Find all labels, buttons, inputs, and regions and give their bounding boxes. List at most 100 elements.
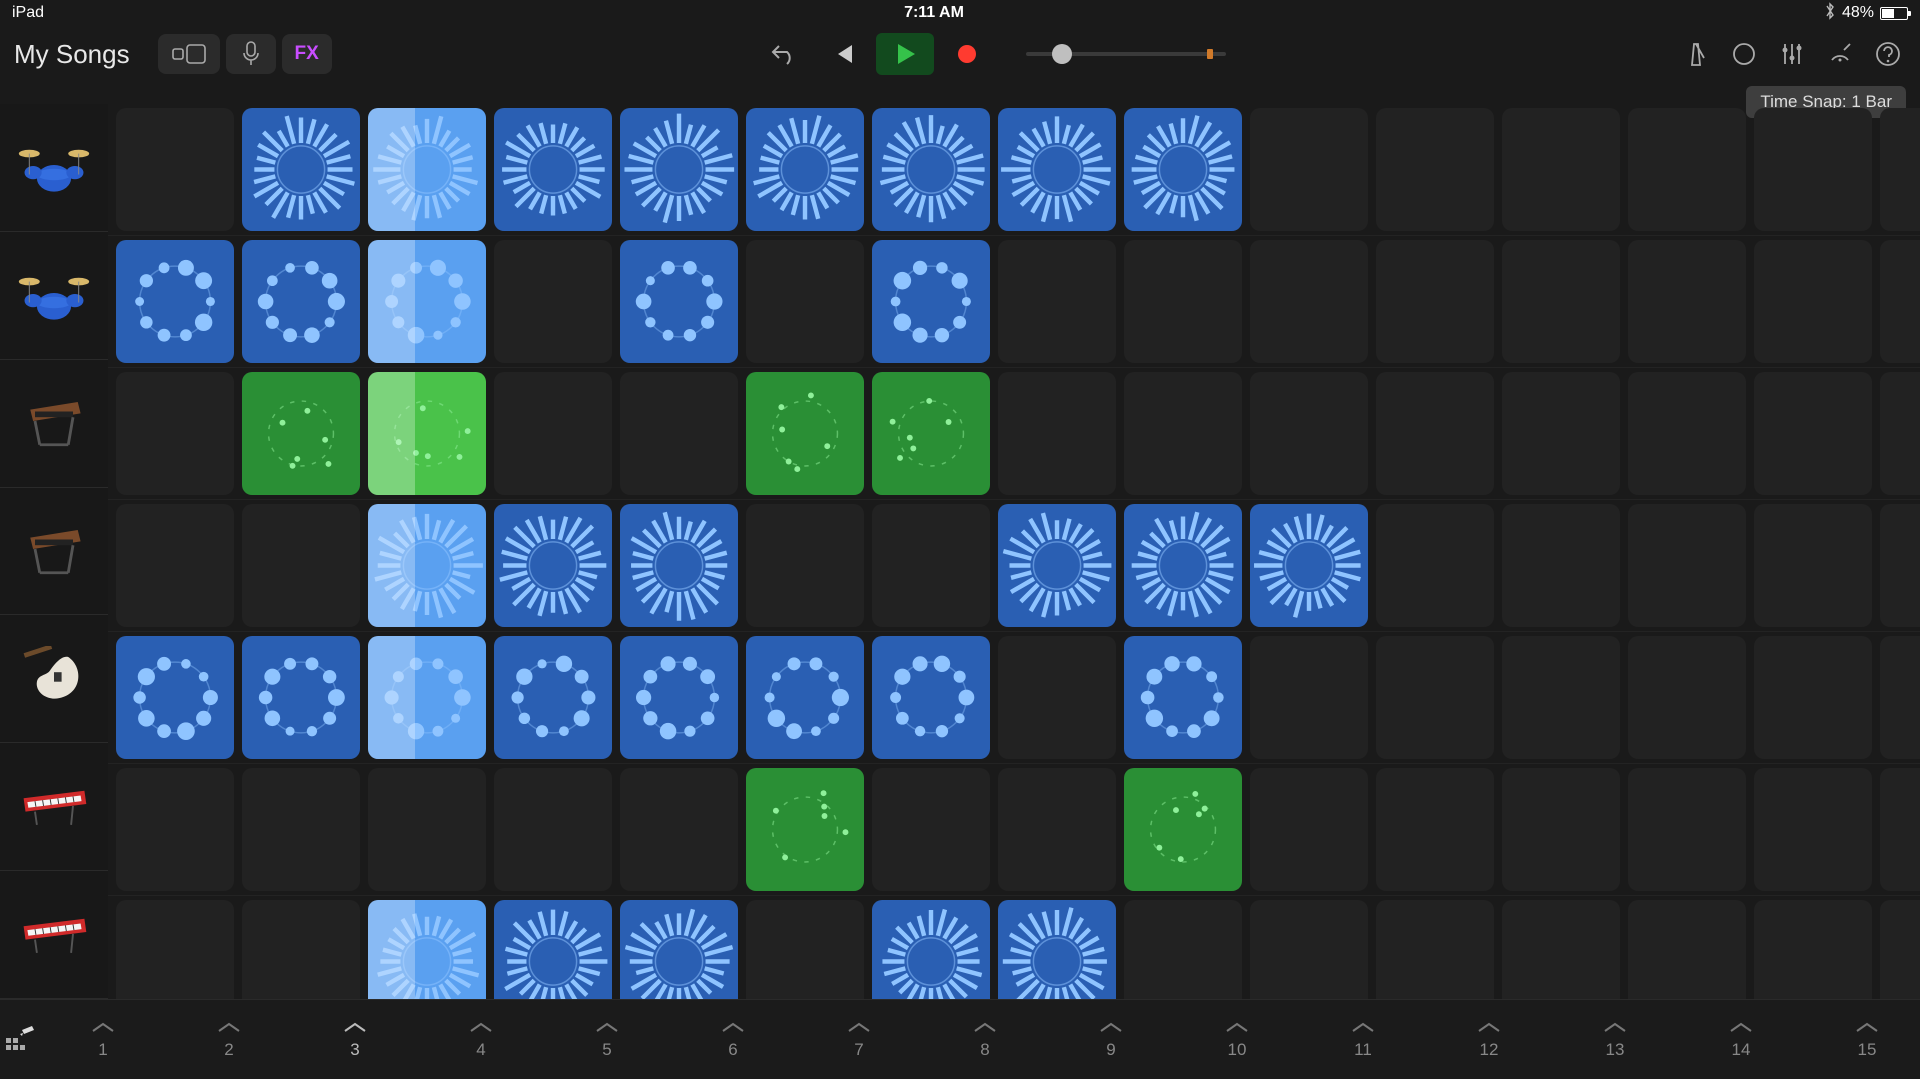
column-trigger-10[interactable]: 10 <box>1174 1020 1300 1060</box>
column-trigger-6[interactable]: 6 <box>670 1020 796 1060</box>
loop-cell[interactable] <box>872 900 990 999</box>
loop-cell[interactable] <box>1502 768 1620 891</box>
loop-cell[interactable] <box>998 372 1116 495</box>
track-header-drums1[interactable] <box>0 104 108 232</box>
loop-cell[interactable] <box>242 636 360 759</box>
slider-thumb[interactable] <box>1052 44 1072 64</box>
loop-cell[interactable] <box>494 108 612 231</box>
loop-cell[interactable] <box>242 900 360 999</box>
loop-cell[interactable] <box>368 636 486 759</box>
track-header-synth2[interactable] <box>0 488 108 616</box>
loop-cell[interactable] <box>1502 372 1620 495</box>
loop-cell[interactable] <box>1628 372 1746 495</box>
loop-cell[interactable] <box>368 900 486 999</box>
loop-cell[interactable] <box>998 504 1116 627</box>
help-button[interactable] <box>1870 36 1906 72</box>
loop-cell[interactable] <box>1754 504 1872 627</box>
loop-cell[interactable] <box>1880 504 1920 627</box>
column-trigger-3[interactable]: 3 <box>292 1020 418 1060</box>
fx-button[interactable]: FX <box>282 34 332 74</box>
loop-cell[interactable] <box>368 504 486 627</box>
loop-cell[interactable] <box>368 768 486 891</box>
loop-cell[interactable] <box>1250 504 1368 627</box>
loop-cell[interactable] <box>1502 636 1620 759</box>
loop-cell[interactable] <box>620 372 738 495</box>
go-to-start-button[interactable] <box>814 33 872 75</box>
loop-cell[interactable] <box>494 768 612 891</box>
column-trigger-4[interactable]: 4 <box>418 1020 544 1060</box>
track-header-guitar[interactable] <box>0 615 108 743</box>
loop-cell[interactable] <box>998 900 1116 999</box>
loop-cell[interactable] <box>620 108 738 231</box>
loop-cell[interactable] <box>368 240 486 363</box>
loop-cell[interactable] <box>1502 900 1620 999</box>
column-trigger-13[interactable]: 13 <box>1552 1020 1678 1060</box>
loop-cell[interactable] <box>998 636 1116 759</box>
loop-cell[interactable] <box>1250 108 1368 231</box>
loop-cell[interactable] <box>746 504 864 627</box>
loop-cell[interactable] <box>998 108 1116 231</box>
mixer-button[interactable] <box>1774 36 1810 72</box>
loop-cell[interactable] <box>1628 900 1746 999</box>
loop-cell[interactable] <box>1502 240 1620 363</box>
column-trigger-11[interactable]: 11 <box>1300 1020 1426 1060</box>
loop-cell[interactable] <box>1250 768 1368 891</box>
column-trigger-7[interactable]: 7 <box>796 1020 922 1060</box>
loop-cell[interactable] <box>1124 900 1242 999</box>
loop-cell[interactable] <box>1250 372 1368 495</box>
loop-cell[interactable] <box>494 636 612 759</box>
loop-cell[interactable] <box>872 504 990 627</box>
loop-cell[interactable] <box>746 636 864 759</box>
track-header-drums2[interactable] <box>0 232 108 360</box>
settings-button[interactable] <box>1822 36 1858 72</box>
loop-cell[interactable] <box>116 636 234 759</box>
metronome-button[interactable] <box>1678 36 1714 72</box>
loop-cell[interactable] <box>872 372 990 495</box>
loop-cell[interactable] <box>1376 108 1494 231</box>
loop-cell[interactable] <box>1880 768 1920 891</box>
loop-cell[interactable] <box>620 504 738 627</box>
browser-button[interactable] <box>158 34 220 74</box>
column-trigger-14[interactable]: 14 <box>1678 1020 1804 1060</box>
loop-cell[interactable] <box>368 108 486 231</box>
loop-cell[interactable] <box>1880 372 1920 495</box>
loop-cell[interactable] <box>116 372 234 495</box>
loop-cell[interactable] <box>1124 372 1242 495</box>
loop-cell[interactable] <box>1502 108 1620 231</box>
loop-cell[interactable] <box>1376 768 1494 891</box>
loop-cell[interactable] <box>1628 636 1746 759</box>
loop-cell[interactable] <box>368 372 486 495</box>
loop-cell[interactable] <box>620 900 738 999</box>
loop-cell[interactable] <box>1376 900 1494 999</box>
loop-cell[interactable] <box>872 108 990 231</box>
loop-cell[interactable] <box>746 108 864 231</box>
column-trigger-2[interactable]: 2 <box>166 1020 292 1060</box>
loop-cell[interactable] <box>1376 636 1494 759</box>
column-trigger-8[interactable]: 8 <box>922 1020 1048 1060</box>
loop-cell[interactable] <box>242 372 360 495</box>
loop-cell[interactable] <box>998 768 1116 891</box>
edit-grid-button[interactable] <box>0 1020 40 1060</box>
loop-cell[interactable] <box>998 240 1116 363</box>
loop-cell[interactable] <box>1754 900 1872 999</box>
loop-cell[interactable] <box>1880 240 1920 363</box>
loop-cell[interactable] <box>242 504 360 627</box>
loop-cell[interactable] <box>1880 900 1920 999</box>
loop-cell[interactable] <box>1376 372 1494 495</box>
loop-cell[interactable] <box>242 240 360 363</box>
loop-cell[interactable] <box>1250 636 1368 759</box>
loop-cell[interactable] <box>1880 636 1920 759</box>
loop-cell[interactable] <box>872 240 990 363</box>
loop-cell[interactable] <box>116 900 234 999</box>
column-trigger-15[interactable]: 15 <box>1804 1020 1920 1060</box>
loop-cell[interactable] <box>1628 108 1746 231</box>
loop-cell[interactable] <box>116 240 234 363</box>
loop-cell[interactable] <box>494 240 612 363</box>
column-trigger-12[interactable]: 12 <box>1426 1020 1552 1060</box>
loop-cell[interactable] <box>242 108 360 231</box>
loop-cell[interactable] <box>1124 504 1242 627</box>
loop-cell[interactable] <box>620 240 738 363</box>
undo-button[interactable] <box>766 36 802 72</box>
loop-cell[interactable] <box>494 372 612 495</box>
track-header-synth1[interactable] <box>0 360 108 488</box>
